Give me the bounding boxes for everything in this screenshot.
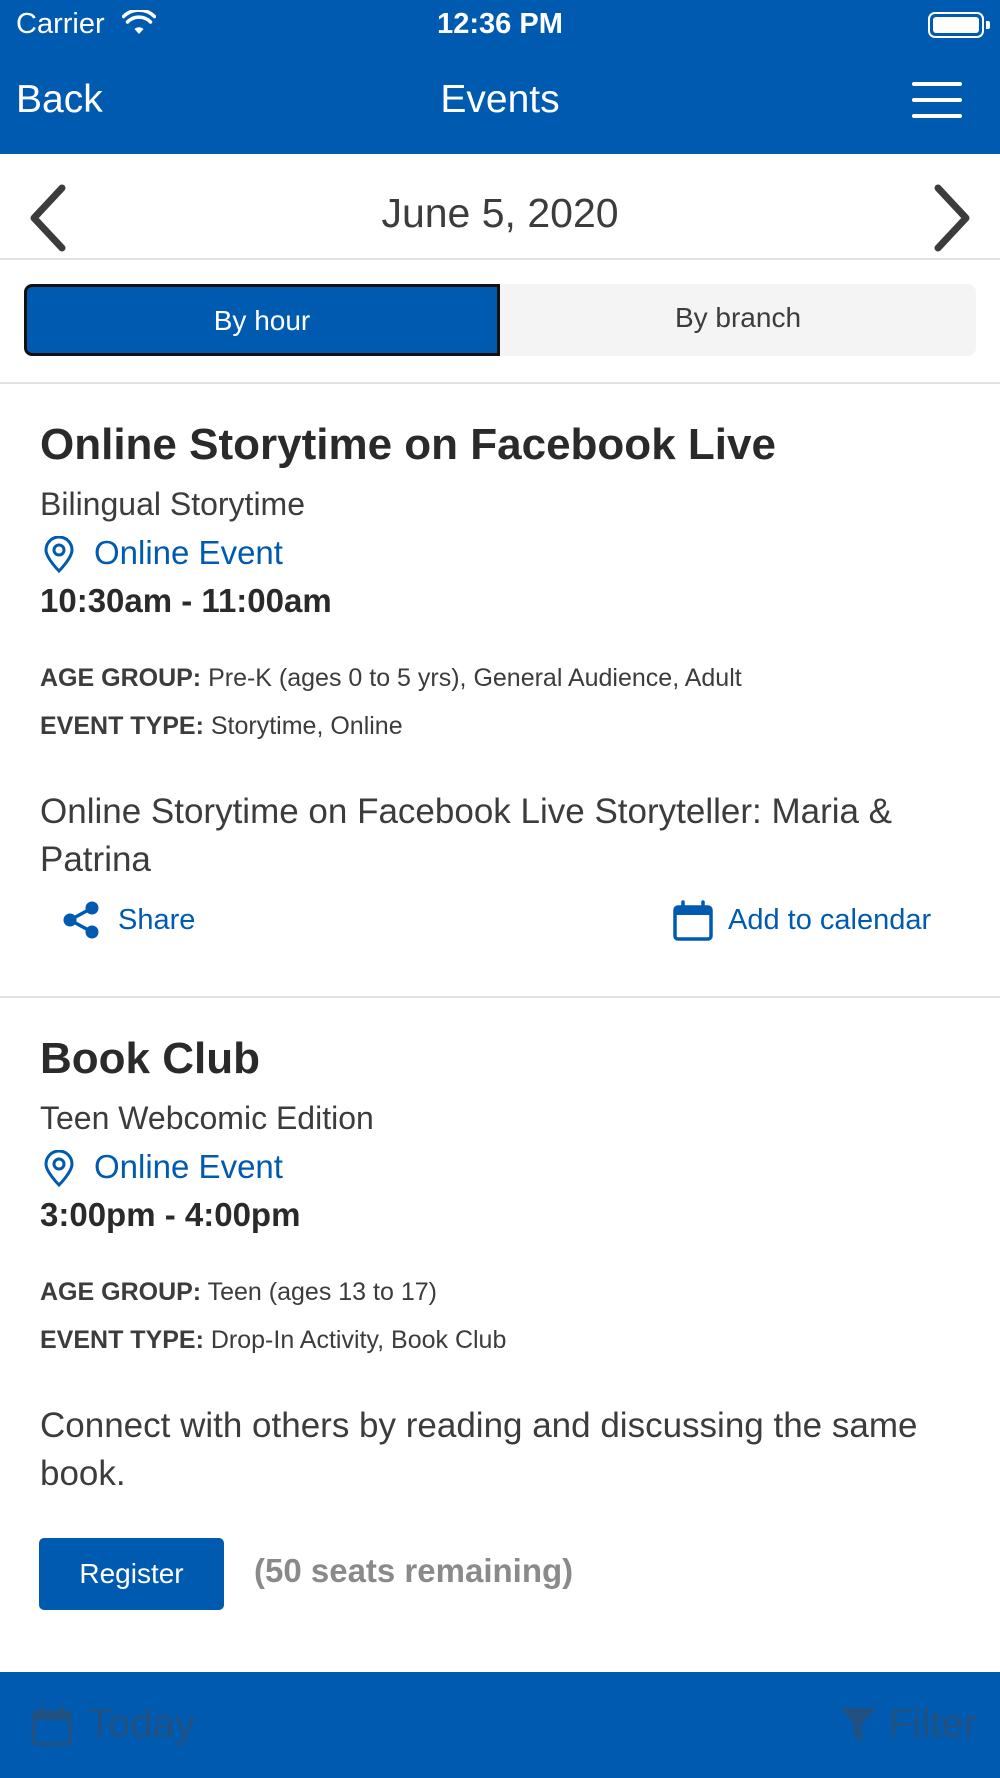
- today-button[interactable]: Today: [30, 1702, 210, 1748]
- event-time: 3:00pm - 4:00pm: [40, 1196, 301, 1233]
- status-time: 12:36 PM: [437, 8, 563, 40]
- event-age-group: AGE GROUP: Pre-K (ages 0 to 5 yrs), Gene…: [40, 664, 742, 693]
- seats-remaining: (50 seats remaining): [254, 1552, 574, 1589]
- register-button[interactable]: Register: [39, 1538, 224, 1610]
- age-group-label: AGE GROUP:: [40, 664, 202, 692]
- share-icon: [63, 901, 99, 939]
- page-title: Events: [440, 78, 560, 121]
- event-description: Online Storytime on Facebook Live Storyt…: [40, 792, 893, 879]
- current-date: June 5, 2020: [381, 190, 619, 236]
- date-navigator: June 5, 2020: [0, 154, 1000, 260]
- event-card: Online Storytime on Facebook Live Biling…: [0, 386, 1000, 998]
- share-button[interactable]: Share: [60, 900, 220, 940]
- event-title[interactable]: Online Storytime on Facebook Live: [40, 420, 776, 470]
- share-label: Share: [118, 904, 196, 936]
- event-location-link[interactable]: Online Event: [40, 534, 440, 574]
- filter-button[interactable]: Filter: [838, 1702, 990, 1748]
- filter-label: Filter: [888, 1702, 977, 1746]
- nav-bar: Back Events: [0, 54, 1000, 154]
- event-location: Online Event: [94, 1148, 283, 1185]
- event-type-label: EVENT TYPE:: [40, 712, 204, 740]
- menu-icon[interactable]: [912, 82, 962, 118]
- view-mode-segmented-control: By hour By branch: [0, 260, 1000, 384]
- age-group-label: AGE GROUP:: [40, 1278, 202, 1306]
- event-type: EVENT TYPE: Drop-In Activity, Book Club: [40, 1326, 506, 1355]
- age-group-value: Teen (ages 13 to 17): [207, 1278, 437, 1306]
- top-bar: Carrier 12:36 PM Back Events: [0, 0, 1000, 154]
- add-to-calendar-button[interactable]: Add to calendar: [672, 900, 952, 941]
- add-to-calendar-label: Add to calendar: [728, 904, 932, 936]
- event-description: Connect with others by reading and discu…: [40, 1406, 918, 1493]
- event-time: 10:30am - 11:00am: [40, 582, 332, 619]
- location-pin-icon: [44, 536, 74, 574]
- event-type-value: Drop-In Activity, Book Club: [210, 1326, 507, 1354]
- event-type-label: EVENT TYPE:: [40, 1326, 204, 1354]
- today-label: Today: [88, 1702, 195, 1746]
- event-location: Online Event: [94, 534, 283, 571]
- calendar-icon: [32, 1705, 72, 1746]
- event-type: EVENT TYPE: Storytime, Online: [40, 712, 403, 741]
- event-subtitle: Teen Webcomic Edition: [40, 1100, 374, 1136]
- segment-by-branch[interactable]: By branch: [500, 284, 976, 356]
- battery-icon: [928, 12, 990, 38]
- event-type-value: Storytime, Online: [210, 712, 403, 740]
- segment-by-hour[interactable]: By hour: [24, 284, 500, 356]
- location-pin-icon: [44, 1150, 74, 1188]
- filter-icon: [840, 1708, 876, 1742]
- event-title[interactable]: Book Club: [40, 1034, 260, 1084]
- status-bar: Carrier 12:36 PM: [0, 0, 1000, 54]
- event-card: Book Club Teen Webcomic Edition Online E…: [0, 1000, 1000, 1672]
- chevron-right-icon[interactable]: [926, 182, 976, 254]
- event-subtitle: Bilingual Storytime: [40, 486, 305, 522]
- bottom-toolbar: Today Filter: [0, 1672, 1000, 1778]
- calendar-icon: [673, 900, 713, 941]
- event-age-group: AGE GROUP: Teen (ages 13 to 17): [40, 1278, 437, 1307]
- age-group-value: Pre-K (ages 0 to 5 yrs), General Audienc…: [208, 664, 742, 692]
- event-location-link[interactable]: Online Event: [40, 1148, 440, 1188]
